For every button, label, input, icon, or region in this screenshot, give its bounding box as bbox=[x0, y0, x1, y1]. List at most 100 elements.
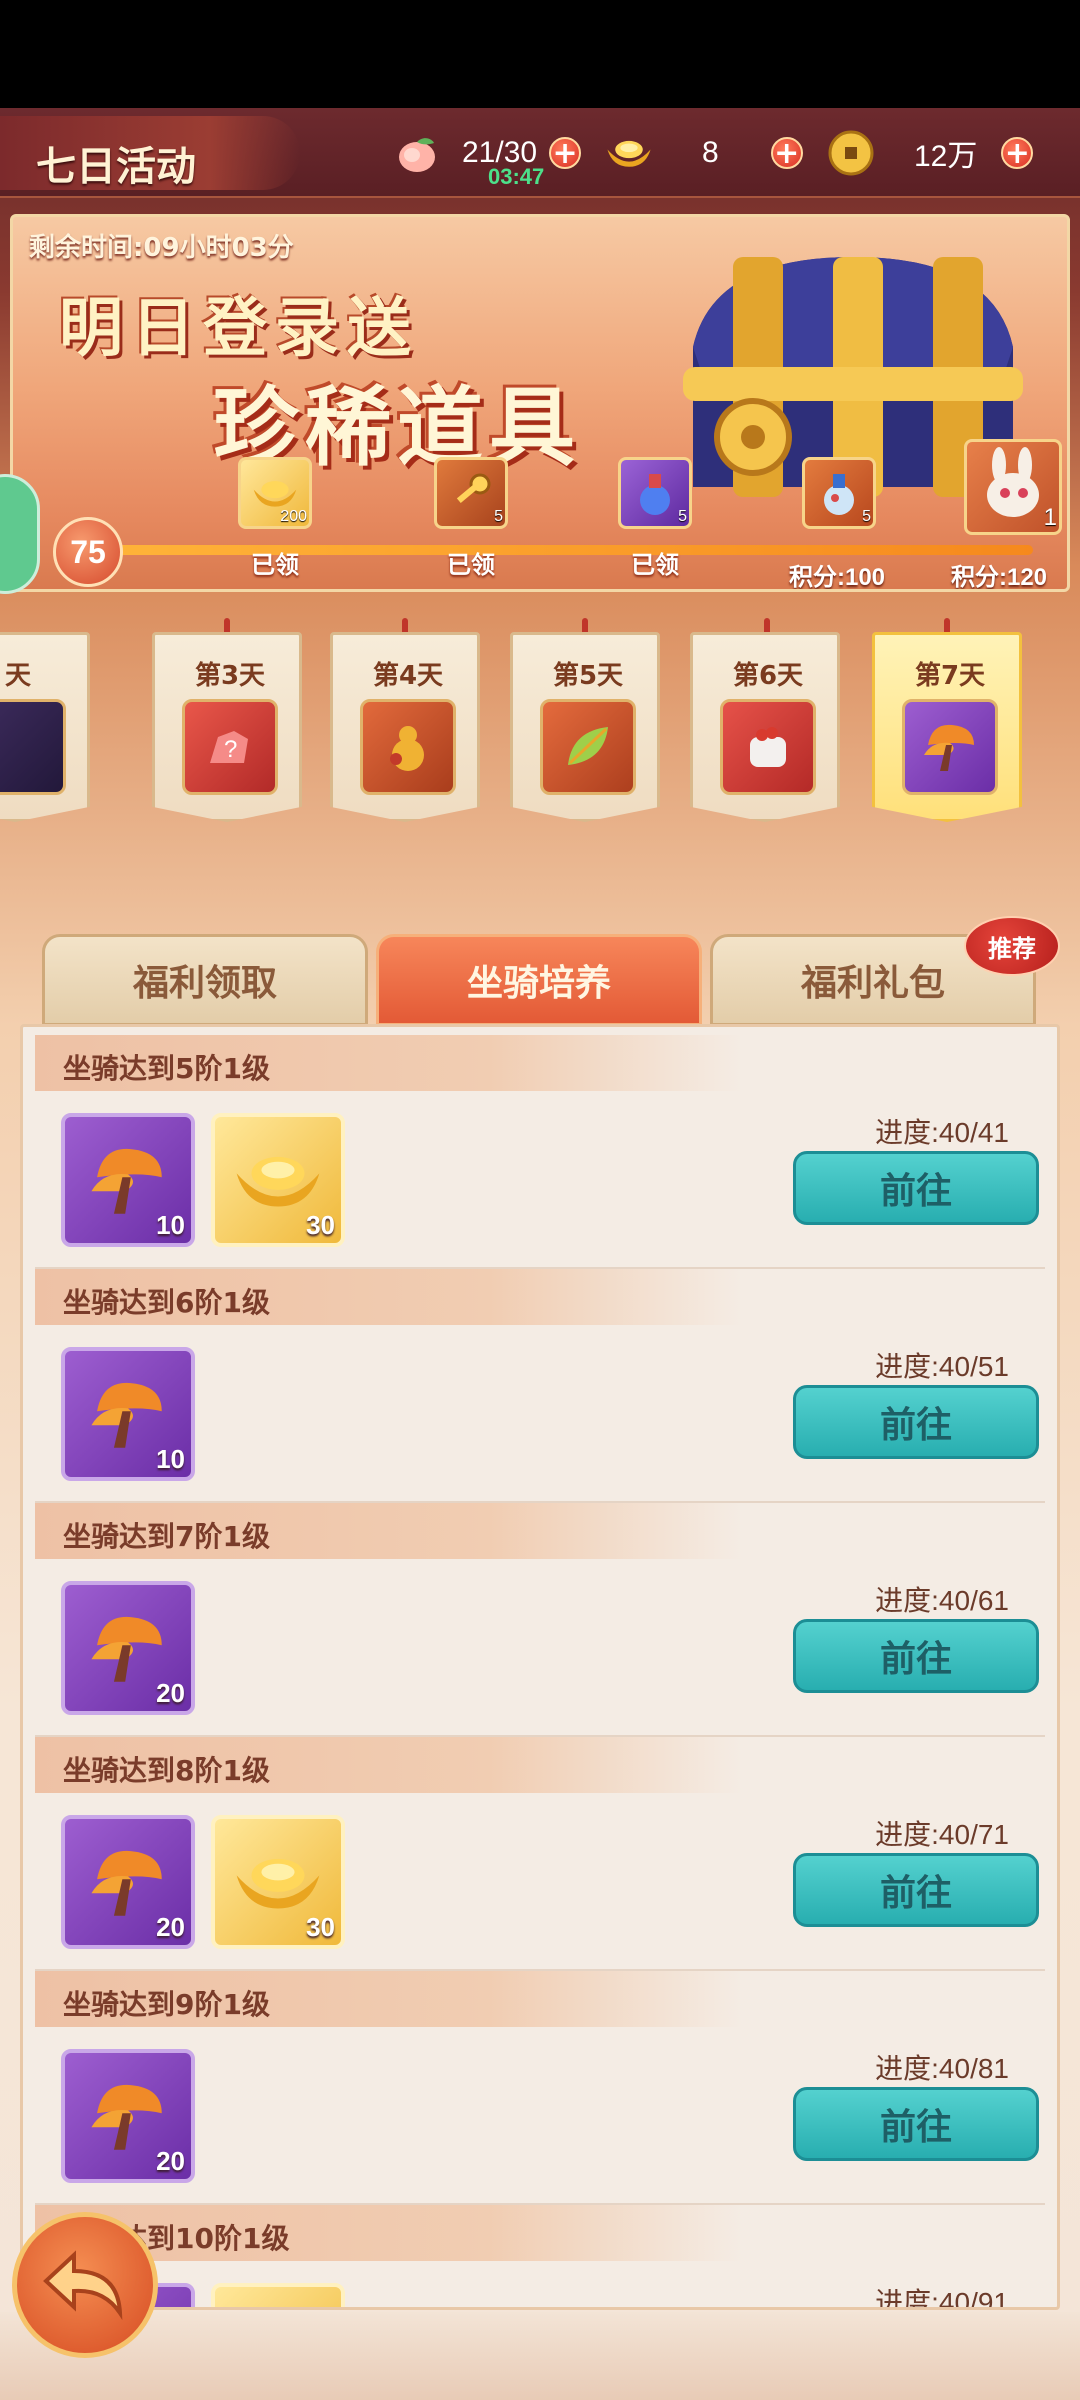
return-arrow-icon bbox=[43, 2250, 123, 2321]
goto-button[interactable]: 前往 bbox=[793, 1385, 1039, 1459]
gold-ingot-icon[interactable]: 30 bbox=[211, 1113, 345, 1247]
spirit-flask-icon: 5 bbox=[802, 457, 876, 529]
goto-button[interactable]: 前往 bbox=[793, 1151, 1039, 1225]
add-coin-button[interactable]: + bbox=[1001, 137, 1034, 169]
login-reward-banner: 剩余时间:09小时03分 明日登录送 珍稀道具 75 200 已领 5 已领 5… bbox=[10, 214, 1070, 592]
task-header: 坐骑达到6阶1级 bbox=[35, 1269, 1045, 1325]
title-plate: 七日活动 bbox=[0, 116, 300, 190]
day-label: 第5天 bbox=[552, 661, 624, 691]
task-title: 坐骑达到6阶1级 bbox=[63, 1286, 270, 1319]
reward-count: 20 bbox=[156, 2146, 185, 2176]
day-label: 第6天 bbox=[732, 661, 804, 691]
task-header: 坐骑达到9阶1级 bbox=[35, 1971, 1045, 2027]
add-ingot-button[interactable]: + bbox=[770, 137, 803, 169]
milestone-count: 5 bbox=[494, 508, 503, 525]
task-row: 坐骑达到10阶1级 进度:40/91 bbox=[35, 2205, 1045, 2310]
coin-value: 12万 bbox=[914, 140, 978, 173]
gold-ingot-icon[interactable]: 30 bbox=[211, 1815, 345, 1949]
day-label: 天 bbox=[4, 661, 31, 691]
gold-ingot-icon[interactable] bbox=[211, 2283, 345, 2307]
peach-icon bbox=[392, 131, 442, 175]
milestone-4[interactable]: 5 bbox=[799, 457, 879, 529]
points-level-badge: 75 bbox=[53, 517, 123, 587]
task-progress: 进度:40/91 bbox=[875, 2287, 1009, 2310]
task-title: 坐骑达到9阶1级 bbox=[63, 1988, 270, 2021]
day-label: 第3天 bbox=[194, 661, 266, 691]
task-progress: 进度:40/51 bbox=[875, 1351, 1009, 1382]
reward-count: 30 bbox=[306, 1210, 335, 1240]
goto-button[interactable]: 前往 bbox=[793, 1619, 1039, 1693]
task-title: 坐骑达到8阶1级 bbox=[63, 1754, 270, 1787]
bottom-decoration bbox=[0, 2312, 1080, 2400]
milestone-3[interactable]: 5 bbox=[615, 457, 695, 529]
goto-button[interactable]: 前往 bbox=[793, 1853, 1039, 1927]
reward-count: 30 bbox=[306, 1912, 335, 1942]
berry-pouch-icon bbox=[720, 699, 816, 795]
points-progress-track bbox=[73, 545, 1033, 555]
milestone-2[interactable]: 5 bbox=[431, 457, 511, 529]
milestone-count: 5 bbox=[678, 508, 687, 525]
task-progress: 进度:40/41 bbox=[875, 1117, 1009, 1148]
day-label: 第4天 bbox=[372, 661, 444, 691]
side-entry-pill[interactable] bbox=[0, 474, 40, 594]
milestone-1[interactable]: 200 bbox=[235, 457, 315, 529]
lingzhi-mushroom-icon bbox=[902, 699, 998, 795]
gold-ingot-icon: 200 bbox=[238, 457, 312, 529]
game-screen: 七日活动 21/30 + 03:47 8 + 12万 + 剩余时间:09小时03… bbox=[0, 108, 1080, 2400]
milestone-score: 积分:100 bbox=[789, 564, 886, 591]
milestone-claimed-label: 已领 bbox=[447, 551, 495, 579]
day-card-4[interactable]: 第4天 bbox=[330, 632, 480, 822]
day-card-5[interactable]: 第5天 bbox=[510, 632, 660, 822]
gold-ingot-icon bbox=[604, 131, 654, 175]
task-row: 坐骑达到8阶1级 20 30 进度:40/71 前往 bbox=[35, 1737, 1045, 1971]
lingzhi-mushroom-icon[interactable]: 20 bbox=[61, 1815, 195, 1949]
task-title: 坐骑达到5阶1级 bbox=[63, 1052, 270, 1085]
add-stamina-button[interactable]: + bbox=[549, 137, 582, 169]
reward-count: 20 bbox=[156, 1678, 185, 1708]
page-title: 七日活动 bbox=[36, 143, 196, 190]
svg-text:?: ? bbox=[224, 736, 237, 763]
tab-welfare[interactable]: 福利领取 bbox=[42, 934, 368, 1026]
reward-count: 10 bbox=[156, 1444, 185, 1474]
armor-icon bbox=[0, 699, 66, 795]
task-list[interactable]: 坐骑达到5阶1级 10 30 进度:40/41 前往 坐骑达到6阶1级 10 进度:40/51… bbox=[20, 1024, 1060, 2310]
reward-count: 20 bbox=[156, 1912, 185, 1942]
jade-leaf-icon bbox=[540, 699, 636, 795]
ingot-resource: 8 + bbox=[604, 128, 803, 178]
lingzhi-mushroom-icon[interactable]: 10 bbox=[61, 1347, 195, 1481]
mystery-mount-icon: ? bbox=[182, 699, 278, 795]
milestone-claimed-label: 已领 bbox=[251, 551, 299, 579]
task-header: 坐骑达到5阶1级 bbox=[35, 1035, 1045, 1091]
reward-count: 10 bbox=[156, 1210, 185, 1240]
gourd-icon bbox=[360, 699, 456, 795]
stamina-resource: 21/30 + bbox=[392, 128, 582, 178]
milestone-claimed-label: 已领 bbox=[631, 551, 679, 579]
milestone-count: 5 bbox=[862, 508, 871, 525]
task-progress: 进度:40/81 bbox=[875, 2053, 1009, 2084]
remaining-time: 剩余时间:09小时03分 bbox=[29, 233, 294, 263]
task-row: 坐骑达到7阶1级 20 进度:40/61 前往 bbox=[35, 1503, 1045, 1737]
lingzhi-mushroom-icon[interactable]: 20 bbox=[61, 2049, 195, 2183]
day-selector: 天 第3天 ? 第4天 第5天 第6天 第7天 bbox=[0, 618, 1080, 918]
top-bar: 七日活动 21/30 + 03:47 8 + 12万 + bbox=[0, 108, 1080, 198]
day-label: 第7天 bbox=[914, 661, 986, 691]
rabbit-pet-icon: 1 bbox=[964, 439, 1062, 535]
back-button[interactable] bbox=[12, 2212, 158, 2358]
day-card-7[interactable]: 第7天 bbox=[872, 632, 1022, 822]
task-header: 坐骑达到8阶1级 bbox=[35, 1737, 1045, 1793]
task-row: 坐骑达到5阶1级 10 30 进度:40/41 前往 bbox=[35, 1035, 1045, 1269]
lingzhi-mushroom-icon[interactable]: 20 bbox=[61, 1581, 195, 1715]
lingzhi-mushroom-icon[interactable]: 10 bbox=[61, 1113, 195, 1247]
tab-mount-training[interactable]: 坐骑培养 bbox=[376, 934, 702, 1026]
goto-button[interactable]: 前往 bbox=[793, 2087, 1039, 2161]
ingot-value: 8 bbox=[702, 136, 719, 169]
milestone-5[interactable]: 1 bbox=[963, 439, 1063, 535]
task-row: 坐骑达到6阶1级 10 进度:40/51 前往 bbox=[35, 1269, 1045, 1503]
potion-bottle-icon: 5 bbox=[618, 457, 692, 529]
task-title: 坐骑达到7阶1级 bbox=[63, 1520, 270, 1553]
milestone-count: 200 bbox=[280, 508, 307, 525]
day-card-2[interactable]: 天 bbox=[0, 632, 90, 822]
day-card-3[interactable]: 第3天 ? bbox=[152, 632, 302, 822]
day-card-6[interactable]: 第6天 bbox=[690, 632, 840, 822]
task-progress: 进度:40/71 bbox=[875, 1819, 1009, 1850]
